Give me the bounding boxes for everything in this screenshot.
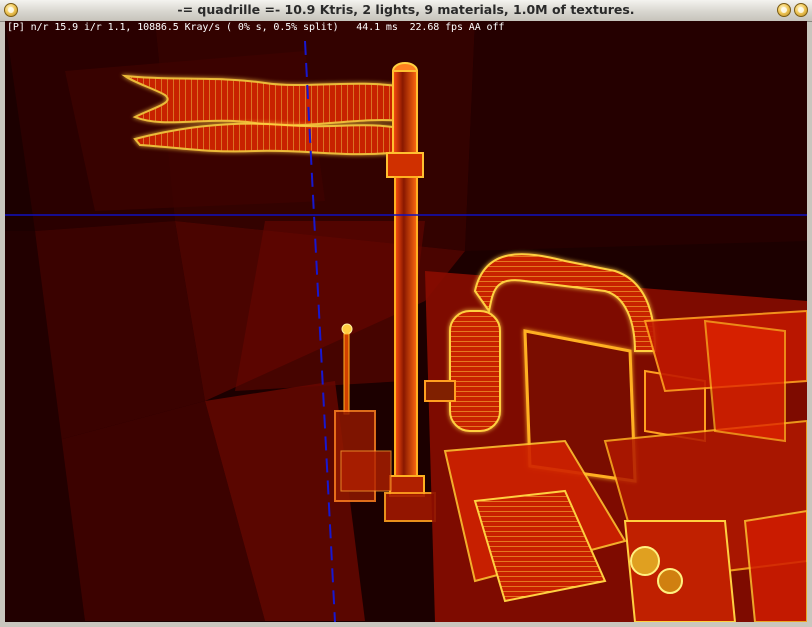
window-bottom-border xyxy=(0,622,812,627)
render-viewport[interactable]: [P] n/r 15.9 i/r 1.1, 10886.5 Kray/s ( 0… xyxy=(5,21,807,622)
machinery xyxy=(424,253,807,622)
minimize-icon[interactable] xyxy=(777,3,791,17)
application-window: -= quadrille =- 10.9 Ktris, 2 lights, 9 … xyxy=(0,0,812,627)
window-menu-icon[interactable] xyxy=(4,3,18,17)
flag-banner xyxy=(121,74,406,156)
rendered-scene xyxy=(5,21,807,622)
window-title: -= quadrille =- 10.9 Ktris, 2 lights, 9 … xyxy=(177,2,635,17)
close-icon[interactable] xyxy=(794,3,808,17)
title-bar[interactable]: -= quadrille =- 10.9 Ktris, 2 lights, 9 … xyxy=(0,0,812,22)
render-stats-overlay: [P] n/r 15.9 i/r 1.1, 10886.5 Kray/s ( 0… xyxy=(7,22,505,33)
